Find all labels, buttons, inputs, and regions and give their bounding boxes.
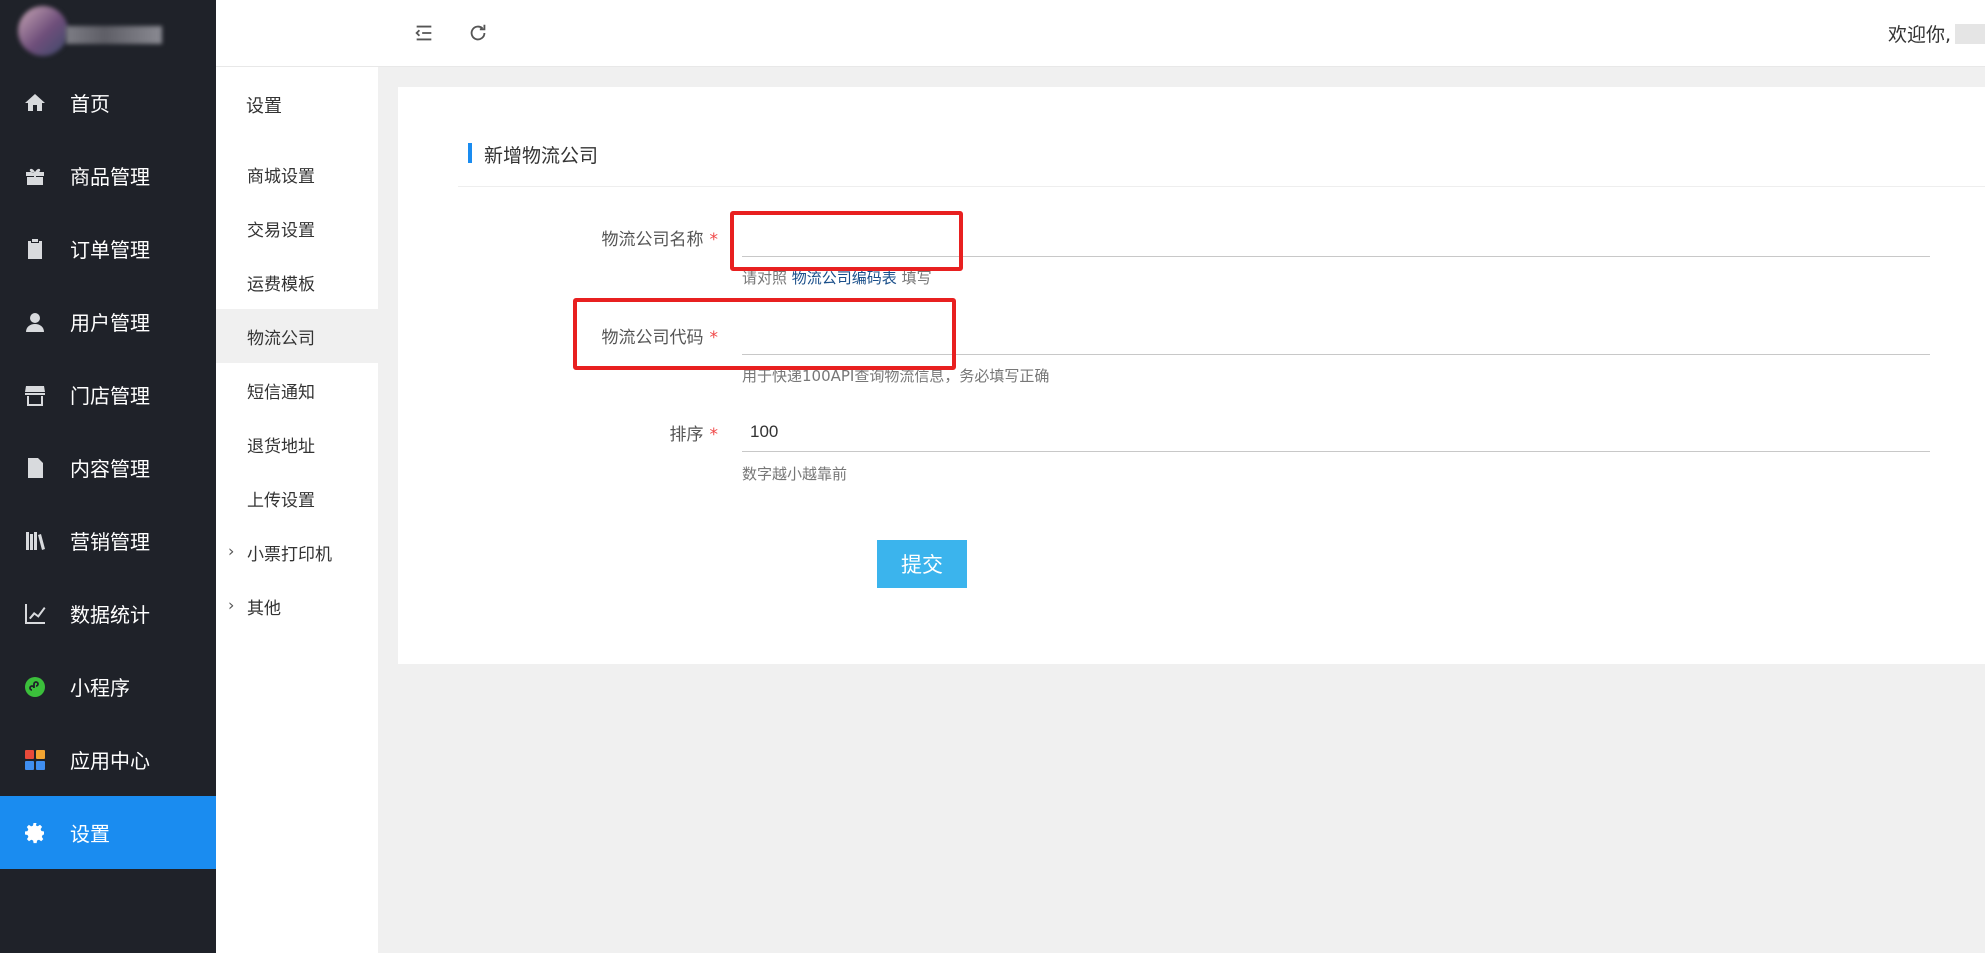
sidebar-item-users[interactable]: 用户管理 <box>0 285 216 358</box>
clipboard-icon <box>22 236 48 262</box>
subnav-title: 设置 <box>246 96 282 117</box>
subnav-item-label: 物流公司 <box>247 328 315 349</box>
sidebar-item-home[interactable]: 首页 <box>0 66 216 139</box>
subnav-item-label: 交易设置 <box>247 220 315 241</box>
user-icon <box>22 309 48 335</box>
subnav-list: 商城设置 交易设置 运费模板 物流公司 短信通知 退货地址 上传设置 › 小票打印… <box>216 147 378 633</box>
avatar <box>18 6 68 56</box>
sidebar-item-label: 数据统计 <box>70 603 150 627</box>
sidebar-item-label: 设置 <box>70 822 110 846</box>
sidebar-item-label: 商品管理 <box>70 165 150 189</box>
sort-input[interactable] <box>742 412 1930 452</box>
field-label-text: 物流公司名称 <box>601 230 704 250</box>
subnav-item-logistics-company[interactable]: 物流公司 <box>216 309 378 363</box>
chevron-right-icon: › <box>228 541 235 561</box>
subnav-item-label: 上传设置 <box>247 490 315 511</box>
page-title: 新增物流公司 <box>468 141 598 168</box>
highlight-box <box>573 298 956 370</box>
welcome-text: 欢迎你, <box>1887 24 1951 46</box>
miniprogram-icon <box>22 674 48 700</box>
apps-icon <box>22 747 48 773</box>
sidebar-item-label: 内容管理 <box>70 457 150 481</box>
main-sidebar: 首页 商品管理 订单管理 用户管理 门店管理 内容管理 营销管理 数据统计 小程… <box>0 0 216 953</box>
menu-collapse-icon[interactable] <box>412 21 436 45</box>
sidebar-item-label: 营销管理 <box>70 530 150 554</box>
subnav-item-shipping-template[interactable]: 运费模板 <box>216 255 378 309</box>
help-text-prefix: 请对照 <box>742 269 788 287</box>
sidebar-item-label: 应用中心 <box>70 749 150 773</box>
subnav-item-receipt-printer[interactable]: › 小票打印机 <box>216 525 378 579</box>
sidebar-item-label: 小程序 <box>70 676 130 700</box>
sidebar-item-stores[interactable]: 门店管理 <box>0 358 216 431</box>
help-text-suffix: 填写 <box>901 269 932 287</box>
gear-icon <box>22 820 48 846</box>
subnav-item-label: 短信通知 <box>247 382 315 403</box>
form-card: 新增物流公司 物流公司名称 * 请对照 物流公司编码表 填写 物流公司代码 * 用于… <box>398 87 1985 664</box>
sidebar-item-label: 用户管理 <box>70 311 150 335</box>
sidebar-item-marketing[interactable]: 营销管理 <box>0 504 216 577</box>
sort-help: 数字越小越靠前 <box>742 465 848 483</box>
subnav-item-label: 其他 <box>247 598 281 619</box>
subnav-item-label: 商城设置 <box>247 166 315 187</box>
top-bar: 欢迎你, <box>378 0 1985 66</box>
required-mark: * <box>709 230 719 250</box>
books-icon <box>22 528 48 554</box>
subnav-item-upload-settings[interactable]: 上传设置 <box>216 471 378 525</box>
settings-subnav: 设置 商城设置 交易设置 运费模板 物流公司 短信通知 退货地址 上传设置 › 小… <box>216 0 378 953</box>
sidebar-item-content[interactable]: 内容管理 <box>0 431 216 504</box>
company-name-label: 物流公司名称 * <box>398 225 719 250</box>
sidebar-item-products[interactable]: 商品管理 <box>0 139 216 212</box>
main-nav: 首页 商品管理 订单管理 用户管理 门店管理 内容管理 营销管理 数据统计 小程… <box>0 66 216 869</box>
subnav-item-return-address[interactable]: 退货地址 <box>216 417 378 471</box>
logistics-code-table-link[interactable]: 物流公司编码表 <box>792 269 897 287</box>
subnav-item-label: 小票打印机 <box>247 544 332 565</box>
chevron-right-icon: › <box>228 595 235 615</box>
divider <box>458 186 1985 187</box>
highlight-box <box>730 211 963 271</box>
required-mark: * <box>709 425 719 445</box>
gift-icon <box>22 163 48 189</box>
sort-label: 排序 * <box>398 420 719 445</box>
sidebar-item-settings[interactable]: 设置 <box>0 796 216 869</box>
submit-button[interactable]: 提交 <box>877 540 967 588</box>
subnav-item-label: 运费模板 <box>247 274 315 295</box>
refresh-icon[interactable] <box>466 21 490 45</box>
topbar-divider <box>216 66 1985 67</box>
subnav-item-other[interactable]: › 其他 <box>216 579 378 633</box>
document-icon <box>22 455 48 481</box>
username-redacted[interactable] <box>1955 24 1985 44</box>
field-label-text: 排序 <box>669 425 704 445</box>
shop-name-redacted <box>66 26 162 44</box>
sidebar-item-label: 订单管理 <box>70 238 150 262</box>
sidebar-item-label: 门店管理 <box>70 384 150 408</box>
subnav-item-trade-settings[interactable]: 交易设置 <box>216 201 378 255</box>
chart-icon <box>22 601 48 627</box>
sidebar-item-apps[interactable]: 应用中心 <box>0 723 216 796</box>
sidebar-item-statistics[interactable]: 数据统计 <box>0 577 216 650</box>
store-icon <box>22 382 48 408</box>
home-icon <box>22 90 48 116</box>
subnav-item-mall-settings[interactable]: 商城设置 <box>216 147 378 201</box>
sidebar-item-orders[interactable]: 订单管理 <box>0 212 216 285</box>
sidebar-item-label: 首页 <box>70 92 110 116</box>
subnav-item-sms-notification[interactable]: 短信通知 <box>216 363 378 417</box>
subnav-item-label: 退货地址 <box>247 436 315 457</box>
sidebar-item-miniprogram[interactable]: 小程序 <box>0 650 216 723</box>
logo <box>0 0 216 66</box>
